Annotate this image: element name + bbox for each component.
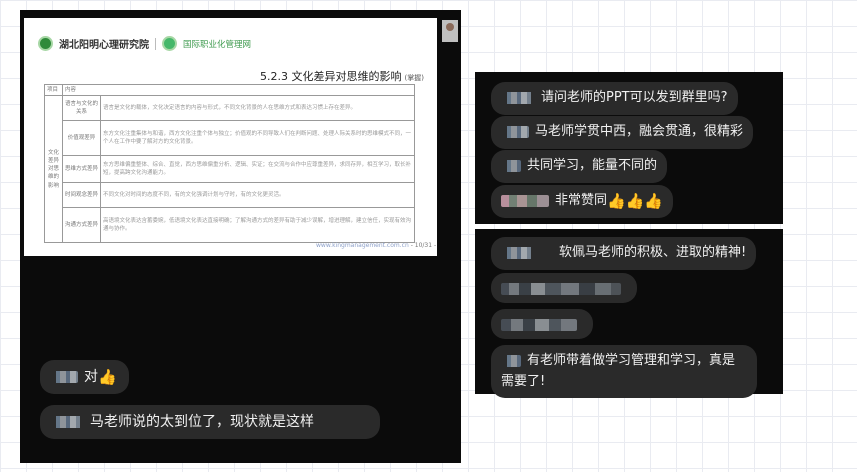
message-text: 有老师带着做学习管理和学习，真是需要了!: [501, 353, 736, 389]
chat-message: 马老师说的太到位了，现状就是这样: [40, 405, 380, 439]
slide-title: 5.2.3 文化差异对思维的影响 (掌握): [260, 68, 424, 84]
institute-logo-icon: [38, 36, 53, 51]
message-text: 马老师学贯中西，融会贯通，很精彩: [535, 124, 744, 139]
chat-message: [491, 309, 593, 339]
table-label-cell: 时间观念差异: [62, 182, 101, 209]
chat-message: 软佩马老师的积极、进取的精神!: [491, 237, 757, 270]
thumbs-up-icon: 👍: [98, 368, 117, 386]
table-label-cell: 沟通方式差异: [62, 207, 101, 244]
blurred-username: [501, 247, 553, 259]
chat-message: 对👍: [40, 360, 129, 394]
right-top-screenshot-panel: 请问老师的PPT可以发到群里吗? 马老师学贯中西，融会贯通，很精彩 共同学习，能…: [475, 72, 783, 224]
table-label-cell: 思维方式差异: [62, 155, 101, 184]
blurred-username: [50, 371, 78, 383]
table-text-cell: 语言是文化的载体，文化决定语言的内容与形式，不同文化背景的人在思维方式和表达习惯…: [100, 95, 415, 122]
network-name: 国际职业化管理网: [183, 39, 252, 50]
slide-table: 项目 内容 文化差异对思维的影响 语言与文化的关系 语言是文化的载体，文化决定语…: [44, 83, 415, 244]
chat-message: 共同学习，能量不同的: [491, 150, 668, 183]
message-text: 请问老师的PPT可以发到群里吗?: [541, 90, 728, 105]
table-head-cell: 内容: [62, 83, 415, 97]
slide-header: 湖北阳明心理研究院 国际职业化管理网: [38, 36, 251, 51]
table-label-cell: 价值观差异: [62, 120, 101, 157]
message-text: 马老师说的太到位了，现状就是这样: [90, 414, 314, 430]
slide-title-text: 5.2.3 文化差异对思维的影响: [260, 70, 402, 83]
chat-message: 马老师学贯中西，融会贯通，很精彩: [491, 116, 754, 149]
chat-message: [491, 273, 637, 303]
slide-footer: www.kingmanagement.com.cn - 10/31 -: [316, 242, 436, 249]
message-text: 共同学习，能量不同的: [527, 158, 658, 173]
table-text-cell: 东方思维偏重整体、综合、直觉，西方思维偏重分析、逻辑、实证；在交流与合作中应尊重…: [100, 155, 415, 184]
slide-title-note: (掌握): [404, 74, 424, 82]
logo-divider: [155, 37, 156, 50]
chat-message: 有老师带着做学习管理和学习，真是需要了!: [491, 345, 757, 398]
table-row: 思维方式差异 东方思维偏重整体、综合、直觉，西方思维偏重分析、逻辑、实证；在交流…: [45, 155, 415, 184]
thumbs-up-icon: 👍👍👍: [607, 192, 664, 210]
presenter-camera-thumbnail[interactable]: [442, 20, 458, 42]
footer-url: www.kingmanagement.com.cn: [316, 242, 409, 249]
table-row: 价值观差异 东方文化注重集体与和谐，西方文化注重个体与独立；价值观的不同导致人们…: [45, 120, 415, 157]
table-head-row: 项目 内容: [44, 83, 415, 97]
left-screenshot-panel: 湖北阳明心理研究院 国际职业化管理网 5.2.3 文化差异对思维的影响 (掌握) …: [20, 10, 461, 463]
table-row: 时间观念差异 不同文化对时间的态度不同，有的文化强调计划与守时，有的文化更灵活。: [45, 182, 415, 209]
blurred-message-content: [501, 318, 577, 331]
blurred-username: [501, 160, 521, 172]
blurred-message-content: [501, 282, 621, 295]
blurred-username: [501, 195, 549, 207]
table-head-cell: 项目: [44, 83, 63, 97]
table-label-cell: 语言与文化的关系: [62, 95, 101, 122]
table-text-cell: 高语境文化表达含蓄委婉，低语境文化表达直接明确；了解沟通方式的差异有助于减少误解…: [100, 207, 415, 244]
table-text-cell: 不同文化对时间的态度不同，有的文化强调计划与守时，有的文化更灵活。: [100, 182, 415, 209]
blurred-username: [50, 416, 84, 428]
right-bottom-screenshot-panel: 软佩马老师的积极、进取的精神! 有老师带着做学习管理和学习，真是需要了!: [475, 229, 783, 398]
blurred-username: [501, 126, 529, 138]
table-text-cell: 东方文化注重集体与和谐，西方文化注重个体与独立；价值观的不同导致人们在判断问题、…: [100, 120, 415, 157]
chat-message: 非常赞同👍👍👍: [491, 185, 674, 218]
network-logo-icon: [162, 36, 177, 51]
page-number: - 10/31 -: [410, 242, 437, 249]
message-text: 软佩马老师的积极、进取的精神!: [559, 245, 747, 260]
ppt-slide: 湖北阳明心理研究院 国际职业化管理网 5.2.3 文化差异对思维的影响 (掌握) …: [24, 18, 437, 256]
table-row: 沟通方式差异 高语境文化表达含蓄委婉，低语境文化表达直接明确；了解沟通方式的差异…: [45, 207, 415, 244]
blurred-username: [501, 355, 521, 367]
message-text: 对: [84, 369, 98, 385]
table-row: 文化差异对思维的影响 语言与文化的关系 语言是文化的载体，文化决定语言的内容与形…: [44, 95, 415, 244]
chat-message: 请问老师的PPT可以发到群里吗?: [491, 82, 738, 115]
blurred-username: [501, 92, 535, 104]
table-category-cell: 文化差异对思维的影响: [44, 95, 63, 244]
message-text: 非常赞同: [555, 193, 608, 208]
institute-name: 湖北阳明心理研究院: [59, 40, 149, 51]
